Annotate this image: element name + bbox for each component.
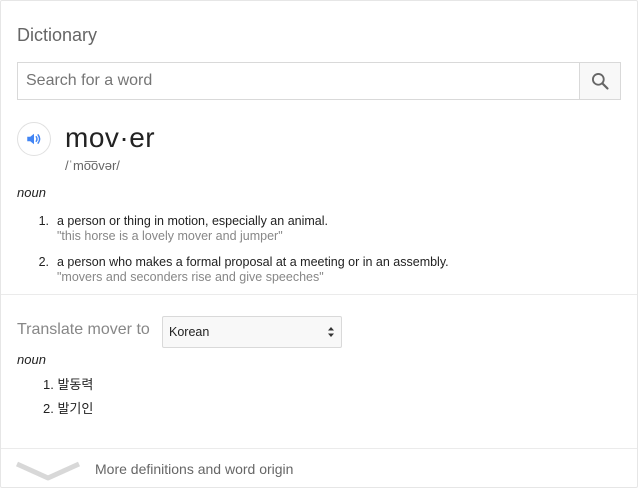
phonetic-spelling: /ˈmo͞ovər/ [65,158,120,173]
translation-number: 2. [43,401,54,416]
translation-list: 1. 발동력 2. 발기인 [17,376,93,424]
search-icon [592,73,609,90]
search-input[interactable] [18,63,579,99]
definition-item: 2. a person who makes a formal proposal … [17,255,617,285]
definition-text: a person who makes a formal proposal at … [57,255,449,269]
language-select[interactable]: Korean [162,316,342,348]
more-definitions-label: More definitions and word origin [95,461,294,477]
definition-text: a person or thing in motion, especially … [57,214,328,228]
pronunciation-button[interactable] [17,122,51,156]
chevron-down-icon [15,461,81,481]
definition-number: 1. [38,214,49,228]
definition-list: 1. a person or thing in motion, especial… [17,214,617,296]
definition-example: "movers and seconders rise and give spee… [57,270,324,284]
more-definitions-link[interactable]: More definitions and word origin [1,450,637,488]
part-of-speech: noun [17,185,46,200]
headword: mov·er [65,122,156,153]
language-select-value: Korean [169,325,210,339]
translation-item: 2. 발기인 [17,400,93,424]
translation-item: 1. 발동력 [17,376,93,400]
definition-example: "this horse is a lovely mover and jumper… [57,229,283,243]
translate-label: Translate mover to [17,321,150,338]
definition-number: 2. [38,255,49,269]
search-box [17,62,621,100]
speaker-icon [27,133,41,145]
card-title: Dictionary [17,25,98,45]
dictionary-card: Dictionary mov·er /ˈmo͞ovər/ noun 1. a p… [0,0,638,488]
up-down-arrows-icon [328,327,334,337]
translation-part-of-speech: noun [17,352,46,367]
translation-text: 발동력 [57,377,94,392]
footer-divider [1,448,637,449]
section-divider [1,294,637,295]
search-button[interactable] [579,63,620,99]
translation-text: 발기인 [57,401,94,416]
definition-item: 1. a person or thing in motion, especial… [17,214,617,244]
translation-number: 1. [43,377,54,392]
